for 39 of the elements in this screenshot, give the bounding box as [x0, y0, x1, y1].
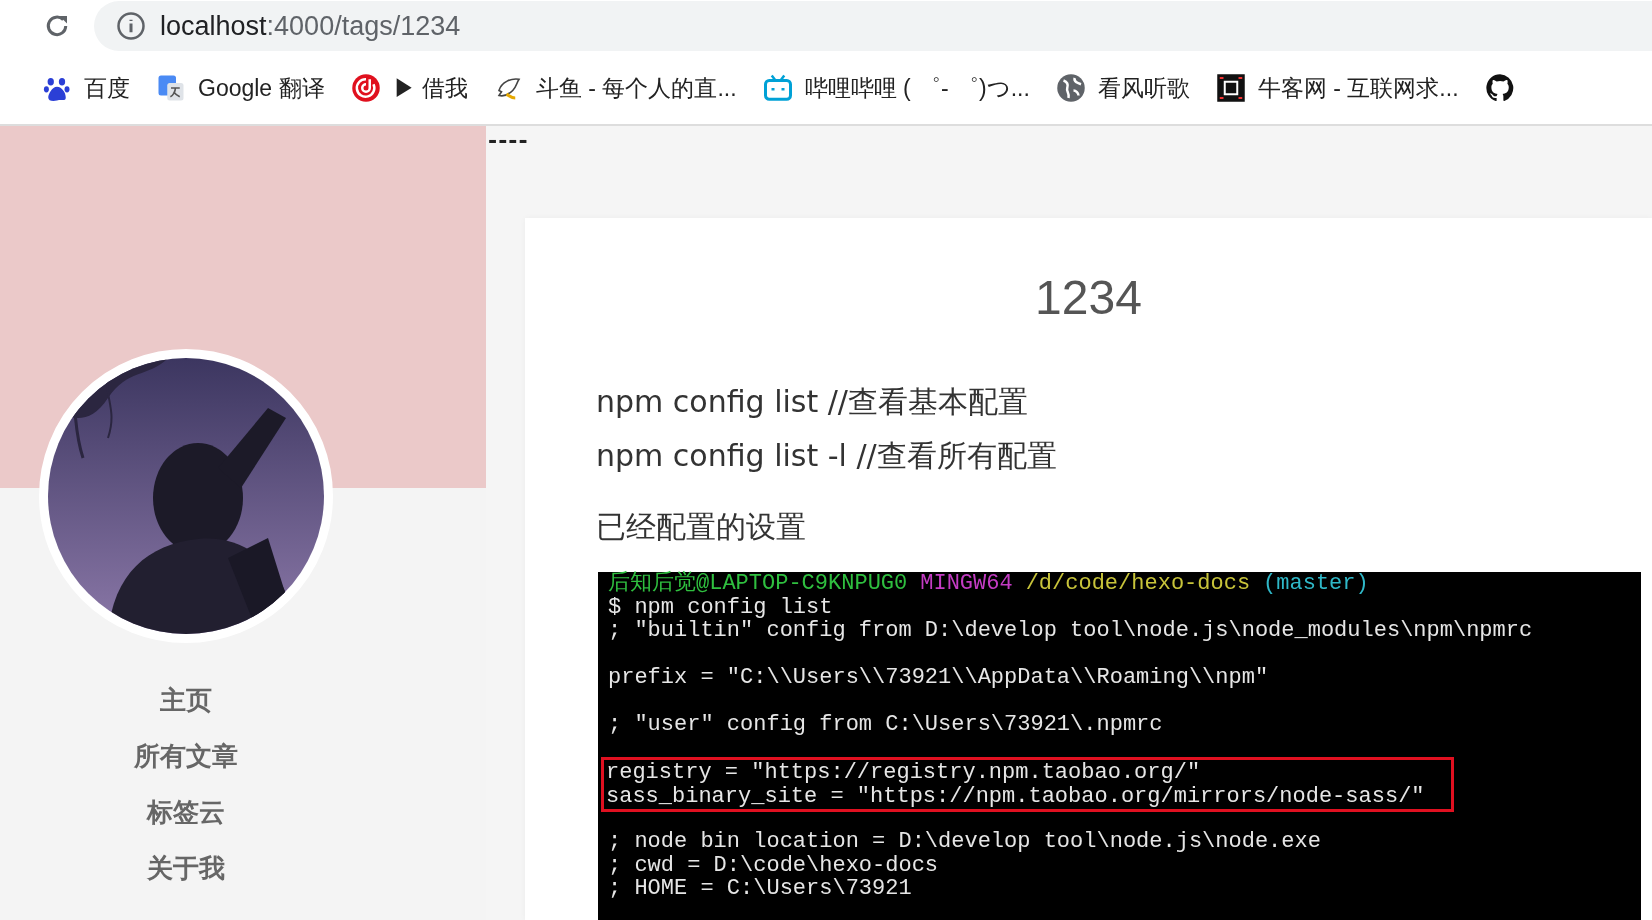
bookmark[interactable] — [1484, 73, 1515, 103]
music-icon — [350, 73, 381, 103]
prompt-text: /d/code/hexo-docs — [1025, 572, 1251, 596]
url-text: localhost:4000/tags/1234 — [160, 10, 461, 42]
tv-icon — [762, 73, 793, 103]
terminal-line: ; HOME = C:\Users\73921 — [608, 877, 912, 901]
bookmark[interactable]: Google 翻译 — [156, 72, 325, 104]
code-note: npm config list -l //查看所有配置 — [596, 437, 1058, 475]
terminal-line: ; node bin location = D:\develop tool\node.js\node.exe — [608, 830, 1321, 854]
bookmark[interactable]: 哔哩哔哩 ( ゜- ゜)つ... — [762, 72, 1030, 104]
nav-link[interactable]: 关于我 — [147, 849, 225, 887]
logo-icon — [1215, 73, 1246, 103]
bookmark[interactable]: 百度 — [42, 72, 130, 104]
terminal-line: ; cwd = D:\code\hexo-docs — [608, 853, 939, 877]
terminal-line: registry = "https://registry.npm.taobao.org/" — [606, 761, 1201, 785]
bookmark[interactable]: 看风听歌 — [1055, 72, 1190, 104]
prompt-text: MINGW64 — [920, 572, 1013, 596]
terminal-line: sass_binary_site = "https://npm.taobao.org/mirrors/node-sass/" — [606, 784, 1425, 808]
cat-icon — [1484, 73, 1515, 103]
address-bar[interactable]: localhost:4000/tags/1234 — [94, 1, 1652, 51]
terminal-line: $ npm config list — [608, 595, 833, 619]
separator-text: ---- — [487, 127, 530, 155]
prompt-text: 后知后觉@LAPTOP-C9KNPUG0 — [608, 572, 908, 596]
code-note: npm config list //查看基本配置 — [596, 383, 1029, 421]
nav-link[interactable]: 所有文章 — [134, 737, 238, 775]
terminal-line: ; "user" config from C:\Users\73921\.npmrc — [608, 713, 1163, 737]
bookmark[interactable]: ▶ 借我 — [350, 72, 468, 104]
nav-link[interactable]: 标签云 — [147, 793, 225, 831]
terminal-line: ; "builtin" config from D:\develop tool\node.js\node_modules\npm\npmrc — [608, 619, 1533, 643]
bookmark[interactable]: 斗鱼 - 每个人的直... — [493, 72, 737, 104]
info-icon — [116, 11, 146, 41]
subheading: 已经配置的设置 — [596, 508, 807, 546]
prompt-text: (master) — [1263, 572, 1369, 596]
bookmark[interactable]: 牛客网 - 互联网求... — [1215, 72, 1459, 104]
terminal-line: prefix = "C:\\Users\\73921\\AppData\\Roaming\\npm" — [608, 666, 1269, 690]
globe-icon — [1055, 73, 1086, 103]
post-title: 1234 — [1034, 270, 1143, 325]
nav-link[interactable]: 主页 — [160, 681, 212, 719]
translate-icon — [156, 73, 186, 103]
